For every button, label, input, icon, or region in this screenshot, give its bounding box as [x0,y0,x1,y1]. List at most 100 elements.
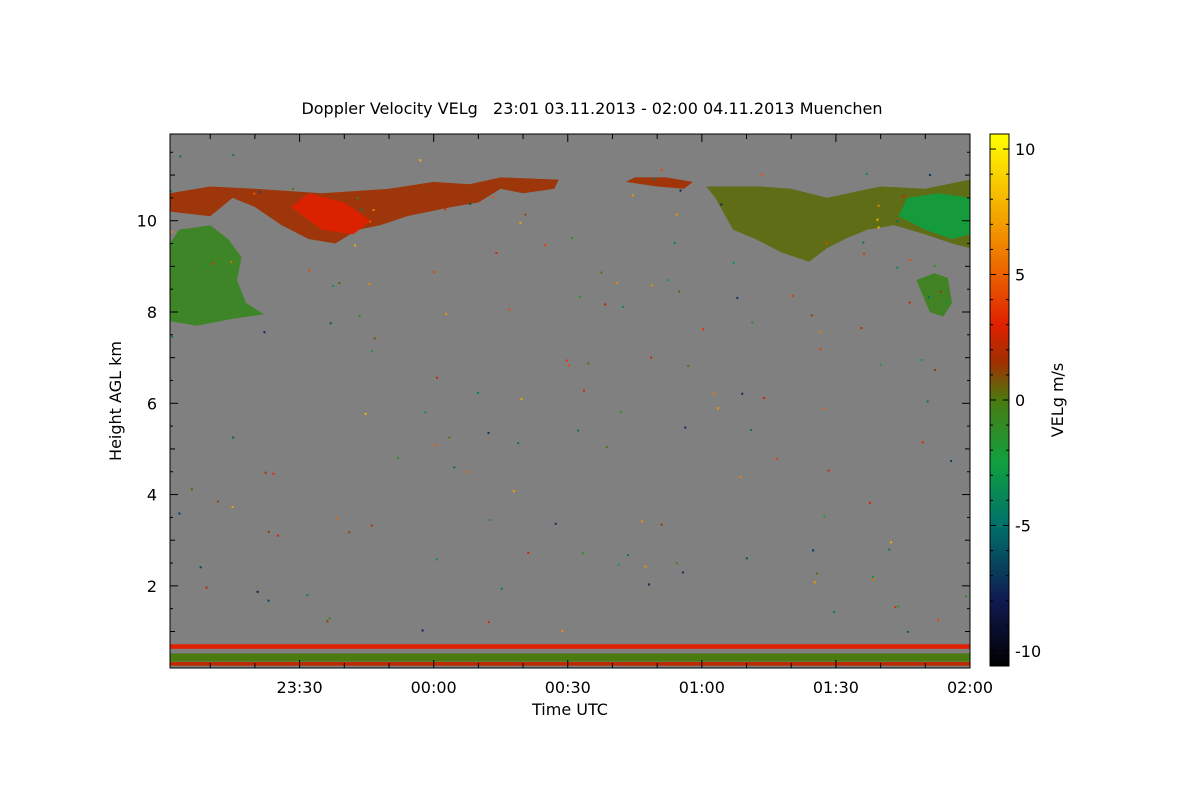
noise-speckle [741,392,744,395]
noise-speckle [578,295,581,298]
noise-speckle [232,154,235,157]
noise-speckle [488,518,491,521]
noise-speckle [648,583,651,586]
y-tick-label: 10 [137,212,157,231]
noise-speckle [308,269,311,272]
noise-speckle [872,578,875,581]
surface-band-1 [170,653,970,662]
noise-speckle [435,558,438,561]
noise-speckle [745,557,748,560]
noise-speckle [909,258,912,261]
noise-speckle [965,595,968,598]
noise-speckle [263,331,266,334]
noise-speckle [833,611,836,614]
noise-speckle [256,590,259,593]
colorbar-tick-label: -10 [1015,642,1041,661]
noise-speckle [860,327,863,330]
noise-speckle [920,359,923,362]
noise-speckle [372,209,375,212]
noise-speckle [373,337,376,340]
noise-speckle [862,241,865,244]
noise-speckle [205,263,208,266]
noise-speckle [291,187,294,190]
noise-speckle [264,471,267,474]
noise-speckle [739,476,742,479]
colorbar-tick-label: 0 [1015,391,1025,410]
noise-speckle [500,587,503,590]
noise-speckle [487,431,490,434]
noise-speckle [619,411,622,414]
noise-speckle [326,620,329,623]
noise-speckle [871,575,874,578]
x-tick-label: 02:00 [947,678,993,697]
noise-speckle [813,581,816,584]
x-tick-labels: 23:30 00:00 00:30 01:00 01:30 02:00 [277,678,994,697]
noise-speckle [791,294,794,297]
noise-speckle [358,315,361,318]
noise-speckle [812,549,815,552]
noise-speckle [517,442,520,445]
x-tick-label: 00:00 [411,678,457,697]
noise-speckle [897,605,900,608]
noise-speckle [370,350,373,353]
chart-title: Doppler Velocity VELg 23:01 03.11.2013 -… [301,99,882,118]
noise-speckle [720,203,723,206]
noise-speckle [444,208,447,211]
noise-speckle [354,244,357,247]
x-tick-label: 23:30 [277,678,323,697]
noise-speckle [750,428,753,431]
noise-speckle [364,412,367,415]
noise-speckle [519,221,522,224]
noise-speckle [495,251,498,254]
noise-speckle [360,208,363,211]
noise-speckle [712,392,715,395]
noise-speckle [258,191,261,194]
noise-speckle [928,173,931,176]
noise-speckle [815,572,818,575]
noise-speckle [544,244,547,247]
noise-speckle [865,173,868,176]
surface-bands [170,644,970,666]
noise-speckle [232,436,235,439]
noise-speckle [604,303,607,306]
doppler-velocity-chart: Doppler Velocity VELg 23:01 03.11.2013 -… [0,0,1200,800]
surface-band-0 [170,644,970,649]
noise-speckle [582,389,585,392]
noise-speckle [736,296,739,299]
noise-speckle [823,515,826,518]
noise-speckle [487,621,490,624]
noise-speckle [491,196,494,199]
noise-speckle [877,226,880,229]
noise-speckle [950,460,953,463]
noise-speckle [348,531,351,534]
noise-speckle [650,356,653,359]
x-axis-label: Time UTC [531,700,608,719]
noise-speckle [216,500,219,503]
noise-speckle [267,530,270,533]
noise-speckle [934,368,937,371]
noise-speckle [921,441,924,444]
colorbar-tick-label: 5 [1015,266,1025,285]
noise-speckle [512,490,515,493]
noise-speckle [702,328,705,331]
noise-speckle [819,330,822,333]
y-tick-labels: 2 4 6 8 10 [137,212,157,596]
noise-speckle [477,392,480,395]
noise-speckle [469,202,472,205]
noise-speckle [436,376,439,379]
plot-area [170,134,970,668]
noise-speckle [424,411,427,414]
noise-speckle [356,197,359,200]
noise-speckle [926,400,929,403]
noise-speckle [660,168,663,171]
noise-speckle [332,285,335,288]
noise-speckle [434,443,437,446]
noise-speckle [230,261,233,264]
noise-speckle [644,565,647,568]
noise-speckle [524,213,527,216]
noise-speckle [894,606,897,609]
noise-speckle [675,562,678,565]
noise-speckle [448,436,451,439]
noise-speckle [868,501,871,504]
noise-speckle [508,308,511,311]
